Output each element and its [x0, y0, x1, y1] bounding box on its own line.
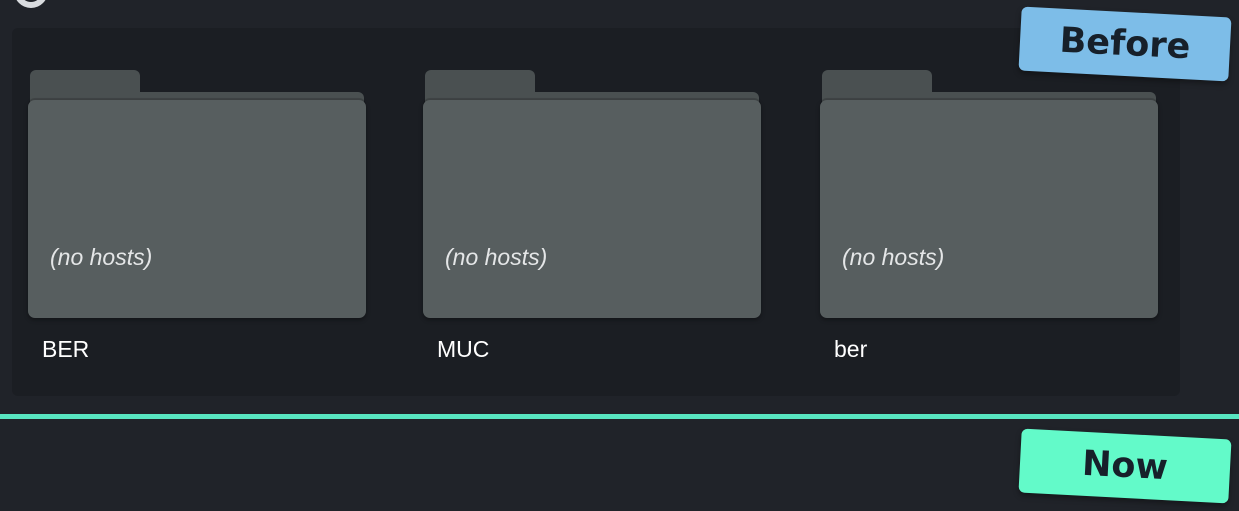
folder-icon — [28, 100, 366, 318]
comparison-screenshot: (no hosts) BER (no hosts) MUC (no hosts)… — [0, 0, 1239, 511]
folder-empty-note: (no hosts) — [445, 244, 548, 270]
folder-label: ber — [834, 336, 868, 362]
folder-label: BER — [42, 336, 90, 362]
host-group-folder-ber-upper[interactable]: (no hosts) BER — [28, 70, 368, 362]
folder-icon — [820, 100, 1158, 318]
host-group-folder-muc[interactable]: (no hosts) MUC — [423, 70, 763, 362]
host-group-folder-ber-lower[interactable]: (no hosts) ber — [820, 70, 1160, 362]
partial-top-icon — [14, 0, 48, 8]
before-host-groups-panel: (no hosts) BER (no hosts) MUC (no hosts)… — [12, 28, 1180, 396]
folder-empty-note: (no hosts) — [842, 244, 945, 270]
comparison-divider — [0, 414, 1239, 419]
folder-label: MUC — [437, 336, 490, 362]
folder-empty-note: (no hosts) — [50, 244, 153, 270]
before-badge: Before — [1018, 6, 1232, 82]
now-badge: Now — [1018, 428, 1232, 504]
folder-icon — [423, 100, 761, 318]
